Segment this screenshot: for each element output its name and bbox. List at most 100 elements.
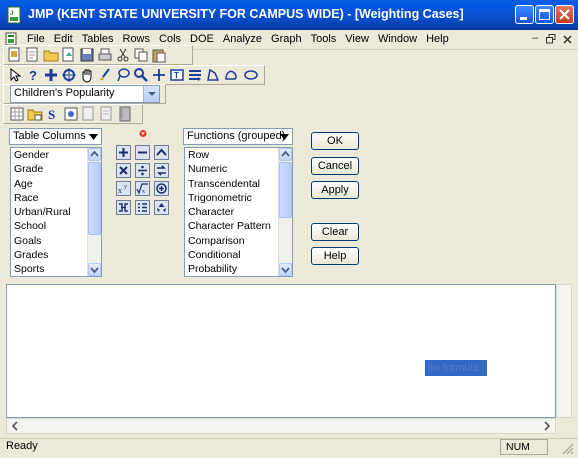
list-item[interactable]: Character xyxy=(185,205,292,219)
book-icon[interactable] xyxy=(117,106,133,122)
insert-term-button[interactable] xyxy=(116,200,131,215)
crosshair-tool-icon[interactable] xyxy=(61,67,77,83)
data-grid-icon[interactable] xyxy=(9,106,25,122)
minimize-button[interactable] xyxy=(515,5,534,24)
list-item[interactable]: Comparison xyxy=(185,234,292,248)
selection-tool-icon[interactable] xyxy=(43,67,59,83)
apply-button[interactable]: Apply xyxy=(311,181,359,199)
multiply-operator-button[interactable] xyxy=(116,163,131,178)
line-tool-icon[interactable] xyxy=(187,67,203,83)
swap-operator-button[interactable] xyxy=(154,163,169,178)
subtract-operator-button[interactable] xyxy=(135,145,150,160)
formula-vertical-scrollbar[interactable] xyxy=(556,284,572,418)
arrow-tool-icon[interactable] xyxy=(7,67,23,83)
chevron-down-icon[interactable] xyxy=(89,134,98,140)
formula-editor-area[interactable] xyxy=(6,284,556,418)
recycle-operator-button[interactable] xyxy=(154,200,169,215)
maximize-button[interactable] xyxy=(535,5,554,24)
root-operator-button[interactable]: x xyxy=(135,181,150,196)
brush-tool-icon[interactable] xyxy=(97,67,113,83)
cut-icon[interactable] xyxy=(115,47,131,63)
open-folder-icon[interactable] xyxy=(43,47,59,63)
polygon-tool-icon[interactable] xyxy=(205,67,221,83)
functions-combo[interactable]: Functions (grouped) xyxy=(183,128,293,145)
columns-scrollbar[interactable] xyxy=(87,148,101,276)
report-icon[interactable] xyxy=(99,106,115,122)
plus-icon xyxy=(119,148,128,157)
add-operator-button[interactable] xyxy=(116,145,131,160)
magnifier-icon[interactable] xyxy=(133,67,149,83)
cancel-button[interactable]: Cancel xyxy=(311,157,359,175)
num-lock-indicator: NUM xyxy=(500,439,548,455)
import-icon[interactable] xyxy=(61,47,77,63)
divide-operator-button[interactable] xyxy=(135,163,150,178)
no-formula-placeholder[interactable]: no formula xyxy=(425,360,487,376)
mdi-close-icon xyxy=(562,35,572,44)
scroll-down-icon[interactable] xyxy=(88,263,101,276)
list-item[interactable]: Row xyxy=(185,148,292,162)
list-item[interactable]: Probability xyxy=(185,262,292,276)
crosshairs-icon[interactable] xyxy=(151,67,167,83)
new-script-icon[interactable] xyxy=(25,47,41,63)
menu-help[interactable]: Help xyxy=(421,31,453,49)
help-tool-icon[interactable]: ? xyxy=(25,67,41,83)
scroll-thumb[interactable] xyxy=(88,162,101,235)
scroll-up-icon[interactable] xyxy=(279,148,292,161)
script-s-icon[interactable]: S xyxy=(45,106,61,122)
menu-window[interactable]: Window xyxy=(373,31,421,49)
mdi-close-button[interactable] xyxy=(560,32,574,46)
log-window-icon[interactable] xyxy=(63,106,79,122)
shape-tool-icon[interactable] xyxy=(223,67,239,83)
journal-icon[interactable] xyxy=(81,106,97,122)
clear-button[interactable]: Clear xyxy=(311,223,359,241)
formula-horizontal-scrollbar[interactable] xyxy=(6,418,556,434)
menu-tools[interactable]: Tools xyxy=(306,31,341,49)
lasso-tool-icon[interactable] xyxy=(115,67,131,83)
ok-button[interactable]: OK xyxy=(311,132,359,150)
list-item[interactable]: Transcendental xyxy=(185,177,292,191)
list-item[interactable]: Conditional xyxy=(185,248,292,262)
scroll-left-icon[interactable] xyxy=(10,421,20,431)
paste-icon[interactable] xyxy=(151,47,167,63)
ellipse-tool-icon[interactable] xyxy=(243,67,259,83)
close-button[interactable] xyxy=(555,5,574,24)
mdi-restore-button[interactable] xyxy=(544,32,558,46)
menu-view[interactable]: View xyxy=(340,31,373,49)
list-item[interactable]: Character Pattern xyxy=(185,219,292,233)
menu-analyze[interactable]: Analyze xyxy=(218,31,266,49)
table-columns-combo[interactable]: Table Columns xyxy=(9,128,102,145)
swap-icon xyxy=(157,165,166,176)
grabber-hand-icon[interactable] xyxy=(79,67,95,83)
apply-function-button[interactable] xyxy=(154,181,169,196)
menu-graph[interactable]: Graph xyxy=(266,31,306,49)
functions-list[interactable]: Row Numeric Transcendental Trigonometric… xyxy=(184,147,293,277)
scroll-thumb[interactable] xyxy=(279,162,292,218)
mdi-minimize-button[interactable]: – xyxy=(528,32,542,46)
folder-window-icon[interactable] xyxy=(27,106,43,122)
scroll-right-icon[interactable] xyxy=(542,421,552,431)
list-operator-button[interactable] xyxy=(135,200,150,215)
chevron-down-icon[interactable] xyxy=(143,86,159,102)
list-item[interactable]: Trigonometric xyxy=(185,191,292,205)
new-data-table-icon[interactable] xyxy=(7,47,23,63)
raise-operator-button[interactable] xyxy=(154,145,169,160)
keypad-menu-icon[interactable] xyxy=(139,130,147,137)
save-icon[interactable] xyxy=(79,47,95,63)
scroll-down-icon[interactable] xyxy=(279,263,292,276)
resize-grip-icon[interactable] xyxy=(560,441,574,455)
window-toolbar: S xyxy=(3,104,143,124)
scroll-up-icon[interactable] xyxy=(88,148,101,161)
print-icon[interactable] xyxy=(97,47,113,63)
help-button[interactable]: Help xyxy=(311,247,359,265)
annotate-tool-icon[interactable]: T xyxy=(169,67,185,83)
document-icon[interactable] xyxy=(5,32,18,46)
jmp-app-icon[interactable]: J xyxy=(6,6,22,24)
functions-scrollbar[interactable] xyxy=(278,148,292,276)
copy-icon[interactable] xyxy=(133,47,149,63)
list-item[interactable]: Numeric xyxy=(185,162,292,176)
maximize-icon xyxy=(539,9,550,20)
svg-text:J: J xyxy=(10,11,13,17)
chevron-down-icon[interactable] xyxy=(280,134,289,140)
columns-list[interactable]: Gender Grade Age Race Urban/Rural School… xyxy=(10,147,102,277)
power-operator-button[interactable]: xy xyxy=(116,181,131,196)
